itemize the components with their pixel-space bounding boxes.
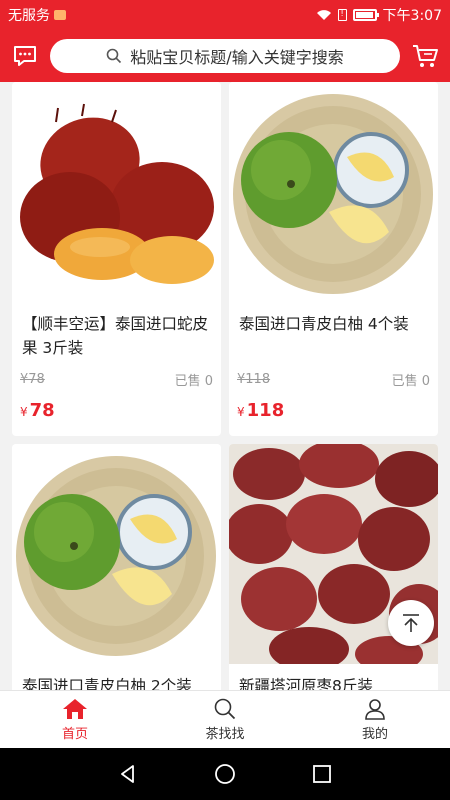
- product-image: [12, 444, 221, 664]
- product-price: ¥78: [20, 400, 55, 421]
- search-icon: [214, 698, 236, 719]
- search-icon: [106, 48, 122, 64]
- product-card[interactable]: 新疆塔河原枣8斤装: [229, 444, 438, 690]
- tab-profile[interactable]: 我的: [300, 691, 450, 748]
- tab-label: 我的: [361, 726, 388, 742]
- status-time: 下午3:07: [382, 8, 442, 24]
- wifi-icon: [316, 10, 331, 20]
- notification-icon: [54, 10, 66, 20]
- message-button[interactable]: [10, 41, 40, 71]
- bottom-tab-bar: 首页 茶找找 我的: [0, 690, 450, 748]
- product-card[interactable]: 泰国进口青皮白柚 4个装 ¥118 已售 0 ¥118: [229, 82, 438, 436]
- product-original-price: ¥118: [237, 372, 271, 387]
- search-placeholder: 粘贴宝贝标题/输入关键字搜索: [130, 48, 344, 67]
- product-original-price: ¥78: [20, 372, 45, 387]
- cart-button[interactable]: [410, 41, 440, 71]
- product-title: 新疆塔河原枣8斤装: [239, 677, 373, 690]
- cart-icon: [413, 45, 438, 67]
- back-to-top-button[interactable]: [388, 600, 434, 646]
- user-icon: [365, 698, 385, 720]
- product-title: 泰国进口青皮白柚 2个装: [22, 677, 192, 690]
- product-sold-count: 已售 0: [391, 374, 430, 389]
- product-price: ¥118: [237, 400, 285, 421]
- recents-icon[interactable]: [312, 764, 332, 784]
- home-nav-icon[interactable]: [214, 763, 236, 785]
- carrier-label: 无服务: [8, 8, 50, 24]
- search-input[interactable]: 粘贴宝贝标题/输入关键字搜索: [50, 39, 400, 73]
- arrow-up-icon: [403, 614, 419, 632]
- product-image: [229, 82, 438, 302]
- product-grid: 【顺丰空运】泰国进口蛇皮果 3斤装 ¥78 已售 0 ¥78 泰国进口青皮白柚 …: [0, 82, 450, 690]
- back-icon[interactable]: [118, 764, 138, 784]
- tab-search[interactable]: 茶找找: [150, 691, 300, 748]
- product-title: 泰国进口青皮白柚 4个装: [239, 315, 409, 333]
- tab-label: 首页: [61, 726, 88, 742]
- product-sold-count: 已售 0: [174, 374, 213, 389]
- header: 粘贴宝贝标题/输入关键字搜索: [0, 30, 450, 82]
- tab-label: 茶找找: [205, 726, 245, 742]
- home-icon: [63, 698, 87, 719]
- status-bar: 无服务 ! 下午3:07: [0, 0, 450, 30]
- product-image: [12, 82, 221, 302]
- tab-home[interactable]: 首页: [0, 691, 150, 748]
- product-card[interactable]: 【顺丰空运】泰国进口蛇皮果 3斤装 ¥78 已售 0 ¥78: [12, 82, 221, 436]
- system-nav-bar: [0, 748, 450, 800]
- message-icon: [14, 46, 36, 66]
- product-title: 【顺丰空运】泰国进口蛇皮果 3斤装: [22, 315, 209, 357]
- product-card[interactable]: 泰国进口青皮白柚 2个装: [12, 444, 221, 690]
- sim-icon: !: [337, 9, 347, 21]
- battery-icon: [352, 9, 379, 21]
